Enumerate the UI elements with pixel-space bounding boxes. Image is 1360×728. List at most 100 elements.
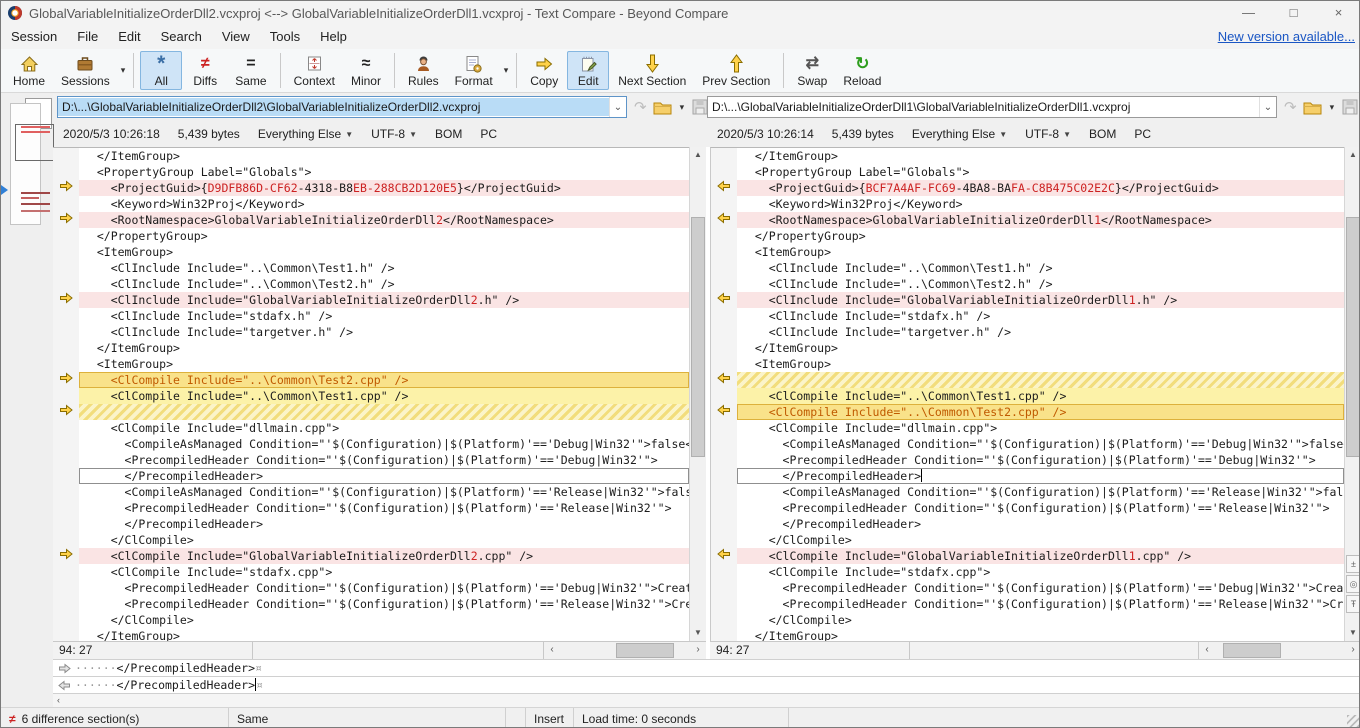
- code-line-text[interactable]: <ClInclude Include="..\Common\Test2.h" /…: [79, 276, 689, 292]
- code-line-text[interactable]: <CompileAsManaged Condition="'$(Configur…: [737, 484, 1344, 500]
- code-line-text[interactable]: <PrecompiledHeader Condition="'$(Configu…: [737, 580, 1344, 596]
- code-line[interactable]: </ClCompile>: [53, 532, 689, 548]
- code-line-text[interactable]: </ItemGroup>: [737, 148, 1344, 164]
- code-line[interactable]: <ClInclude Include="..\Common\Test2.h" /…: [53, 276, 689, 292]
- code-line-text[interactable]: <ClCompile Include="..\Common\Test1.cpp"…: [79, 388, 689, 404]
- dropdown-arrow-icon[interactable]: ▾: [501, 65, 512, 76]
- code-line[interactable]: [53, 404, 689, 420]
- swap-button[interactable]: ⇄Swap: [790, 51, 834, 90]
- browse-dropdown-icon[interactable]: ▾: [1327, 102, 1338, 113]
- code-line-text[interactable]: <ClCompile Include="..\Common\Test2.cpp"…: [79, 372, 689, 388]
- right-bom-toggle[interactable]: BOM: [1089, 127, 1116, 141]
- code-line-text[interactable]: <ItemGroup>: [737, 244, 1344, 260]
- code-line-text[interactable]: <ClCompile Include="stdafx.cpp">: [79, 564, 689, 580]
- scroll-right-icon[interactable]: ›: [690, 642, 706, 659]
- diff-arrow-left-icon[interactable]: [717, 403, 731, 421]
- right-encoding-dropdown[interactable]: UTF-8▼: [1025, 127, 1071, 141]
- menu-item-session[interactable]: Session: [1, 25, 67, 49]
- code-line[interactable]: <ClInclude Include="..\Common\Test1.h" /…: [711, 260, 1344, 276]
- code-line[interactable]: <CompileAsManaged Condition="'$(Configur…: [53, 436, 689, 452]
- diff-arrow-right-icon[interactable]: [59, 179, 73, 197]
- scroll-left-icon[interactable]: ‹: [544, 642, 560, 659]
- code-line-text[interactable]: </PrecompiledHeader>: [737, 516, 1344, 532]
- code-line[interactable]: </ClCompile>: [711, 612, 1344, 628]
- right-file-path-combo[interactable]: D:\...\GlobalVariableInitializeOrderDll1…: [707, 96, 1277, 118]
- code-line[interactable]: <ClCompile Include="..\Common\Test2.cpp"…: [711, 404, 1344, 420]
- code-line-text[interactable]: <ClInclude Include="targetver.h" />: [79, 324, 689, 340]
- scroll-up-icon[interactable]: ▲: [1345, 147, 1360, 163]
- code-line-text[interactable]: <ClCompile Include="GlobalVariableInitia…: [737, 548, 1344, 564]
- code-line[interactable]: <CompileAsManaged Condition="'$(Configur…: [711, 436, 1344, 452]
- code-line-text[interactable]: </PropertyGroup>: [79, 228, 689, 244]
- browse-dropdown-icon[interactable]: ▾: [677, 102, 688, 113]
- code-line[interactable]: <ClCompile Include="GlobalVariableInitia…: [53, 548, 689, 564]
- all-button[interactable]: *All: [140, 51, 182, 90]
- diffs-button[interactable]: ≠Diffs: [184, 51, 226, 90]
- browse-folder-icon[interactable]: [1302, 97, 1323, 117]
- code-line[interactable]: </ItemGroup>: [711, 628, 1344, 641]
- code-line[interactable]: <ClCompile Include="dllmain.cpp">: [711, 420, 1344, 436]
- code-line-text[interactable]: <PrecompiledHeader Condition="'$(Configu…: [737, 500, 1344, 516]
- menu-item-tools[interactable]: Tools: [260, 25, 310, 49]
- diff-arrow-left-icon[interactable]: [717, 291, 731, 309]
- rules-button[interactable]: Rules: [401, 51, 446, 90]
- prev-section-button[interactable]: Prev Section: [695, 51, 777, 90]
- code-line-text[interactable]: </ClCompile>: [79, 532, 689, 548]
- code-line-text[interactable]: <ClInclude Include="..\Common\Test2.h" /…: [737, 276, 1344, 292]
- code-line[interactable]: <ClInclude Include="stdafx.h" />: [711, 308, 1344, 324]
- code-line-text[interactable]: [737, 372, 1344, 388]
- scroll-left-icon[interactable]: ‹: [1199, 642, 1215, 659]
- scrollbar-thumb[interactable]: [691, 217, 705, 457]
- code-line-text[interactable]: <Keyword>Win32Proj</Keyword>: [737, 196, 1344, 212]
- edit-button[interactable]: Edit: [567, 51, 609, 90]
- code-line[interactable]: <PrecompiledHeader Condition="'$(Configu…: [53, 596, 689, 612]
- code-line-text[interactable]: <ClCompile Include="..\Common\Test2.cpp"…: [737, 404, 1344, 420]
- maximize-button[interactable]: □: [1271, 1, 1316, 25]
- detail-line-left[interactable]: ······</PrecompiledHeader>¤: [53, 659, 1360, 676]
- right-file-path[interactable]: D:\...\GlobalVariableInitializeOrderDll1…: [708, 98, 1259, 116]
- diff-map[interactable]: [10, 103, 41, 225]
- scrollbar-thumb[interactable]: [1223, 643, 1281, 658]
- scroll-down-icon[interactable]: ▼: [1345, 625, 1360, 641]
- sessions-button[interactable]: Sessions: [54, 51, 117, 90]
- diff-map-viewport[interactable]: [15, 124, 54, 161]
- code-line-text[interactable]: <PrecompiledHeader Condition="'$(Configu…: [79, 596, 689, 612]
- diff-arrow-right-icon[interactable]: [59, 371, 73, 389]
- code-line[interactable]: </ItemGroup>: [711, 340, 1344, 356]
- code-line[interactable]: <Keyword>Win32Proj</Keyword>: [711, 196, 1344, 212]
- code-line-text[interactable]: <PrecompiledHeader Condition="'$(Configu…: [79, 580, 689, 596]
- diff-arrow-right-icon[interactable]: [59, 211, 73, 229]
- code-line[interactable]: <ClCompile Include="..\Common\Test1.cpp"…: [53, 388, 689, 404]
- code-line-text[interactable]: </ItemGroup>: [79, 148, 689, 164]
- prev-diff-button[interactable]: ±: [1346, 555, 1360, 573]
- left-horizontal-scrollbar[interactable]: ‹ ›: [544, 642, 706, 659]
- right-line-ending[interactable]: PC: [1134, 127, 1151, 141]
- close-button[interactable]: ×: [1316, 1, 1360, 25]
- code-line[interactable]: <CompileAsManaged Condition="'$(Configur…: [53, 484, 689, 500]
- code-line[interactable]: </ItemGroup>: [53, 340, 689, 356]
- code-line-text[interactable]: <CompileAsManaged Condition="'$(Configur…: [79, 436, 689, 452]
- code-line-text[interactable]: <ClInclude Include="GlobalVariableInitia…: [79, 292, 689, 308]
- scrollbar-thumb[interactable]: [1346, 217, 1360, 457]
- browse-folder-icon[interactable]: [652, 97, 673, 117]
- right-format-dropdown[interactable]: Everything Else▼: [912, 127, 1007, 141]
- code-line[interactable]: <RootNamespace>GlobalVariableInitializeO…: [711, 212, 1344, 228]
- code-line-text[interactable]: <ItemGroup>: [737, 356, 1344, 372]
- code-line[interactable]: <ProjectGuid>{D9DFB86D-CF62-4318-B8EB-28…: [53, 180, 689, 196]
- code-line[interactable]: <PropertyGroup Label="Globals">: [711, 164, 1344, 180]
- code-line-text[interactable]: <ClCompile Include="stdafx.cpp">: [737, 564, 1344, 580]
- left-line-ending[interactable]: PC: [480, 127, 497, 141]
- menu-item-help[interactable]: Help: [310, 25, 357, 49]
- code-line[interactable]: </ItemGroup>: [711, 148, 1344, 164]
- code-line-text[interactable]: </ItemGroup>: [737, 340, 1344, 356]
- minor-button[interactable]: ≈Minor: [344, 51, 388, 90]
- code-line-text[interactable]: </ClCompile>: [79, 612, 689, 628]
- code-line-text[interactable]: <PrecompiledHeader Condition="'$(Configu…: [737, 452, 1344, 468]
- detail-line-text[interactable]: ······</PrecompiledHeader>: [75, 678, 256, 692]
- scroll-right-icon[interactable]: ›: [1345, 642, 1360, 659]
- next-section-button[interactable]: Next Section: [611, 51, 693, 90]
- code-line[interactable]: <ClInclude Include="targetver.h" />: [711, 324, 1344, 340]
- context-button[interactable]: Context: [287, 51, 342, 90]
- right-vertical-scrollbar[interactable]: ▲ ± ◎ Ŧ ▼: [1344, 147, 1360, 641]
- format-button[interactable]: Format: [448, 51, 500, 90]
